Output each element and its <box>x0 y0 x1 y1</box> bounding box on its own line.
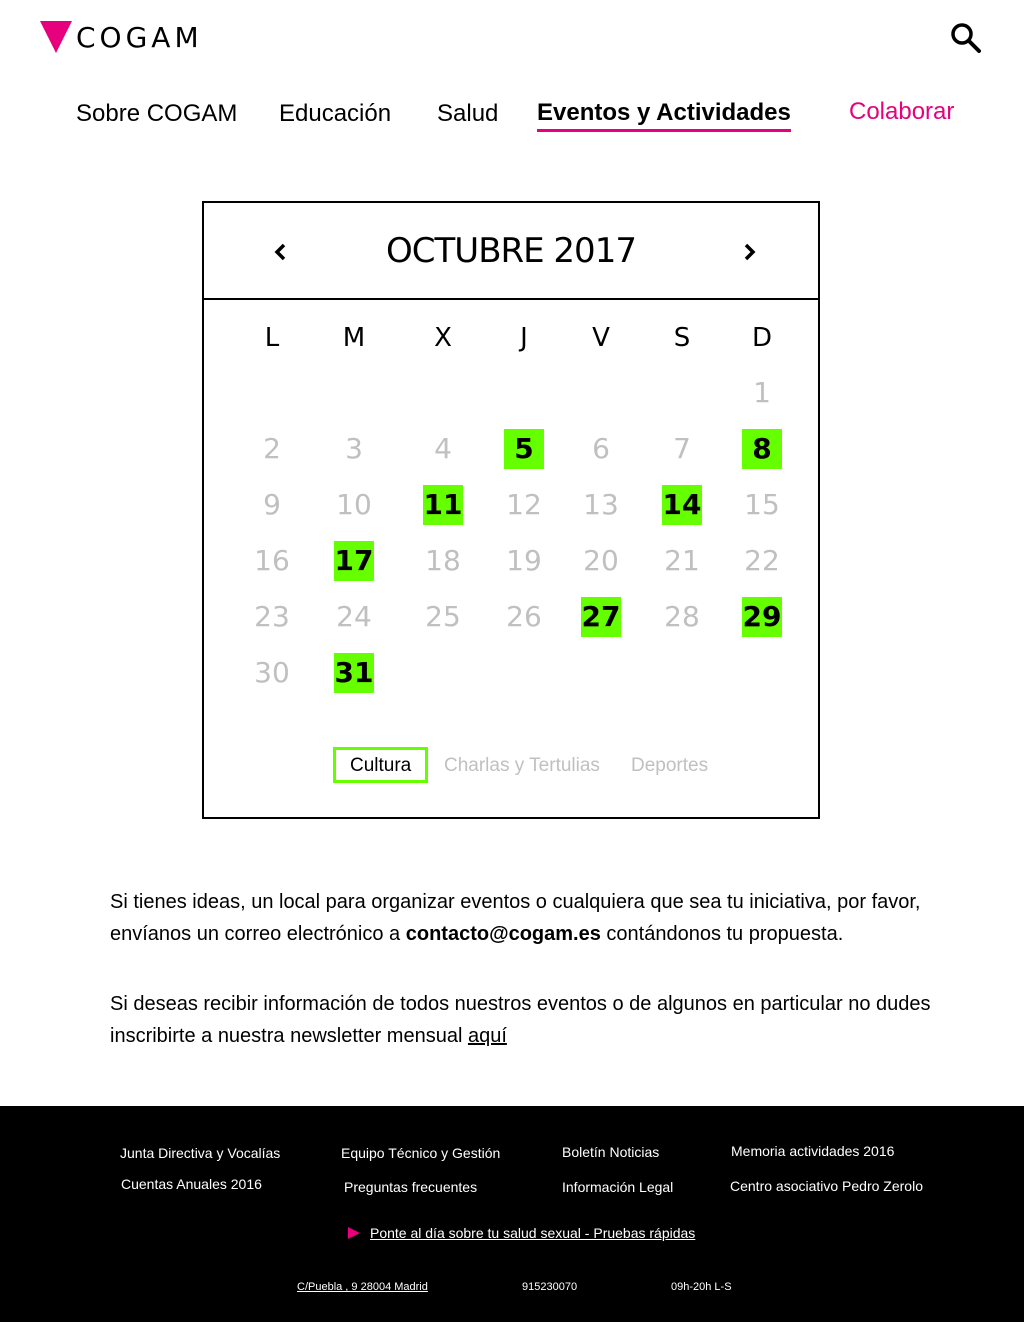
health-link-text: Ponte al día sobre tu salud sexual - Pru… <box>370 1225 696 1241</box>
calendar-day-event[interactable]: 29 <box>742 597 782 637</box>
calendar-header: OCTUBRE 2017 <box>204 203 818 300</box>
search-icon[interactable] <box>948 20 984 56</box>
calendar-day-event[interactable]: 27 <box>581 597 621 637</box>
calendar-day-event[interactable]: 31 <box>334 653 374 693</box>
footer-address[interactable]: C/Puebla , 9 28004 Madrid <box>297 1281 428 1293</box>
weekday-header: X <box>434 323 452 353</box>
calendar-day: 20 <box>583 544 619 577</box>
footer-link-junta-directiva[interactable]: Junta Directiva y Vocalías <box>120 1145 280 1161</box>
footer-link-preguntas-frecuentes[interactable]: Preguntas frecuentes <box>344 1179 477 1195</box>
calendar-day: 16 <box>254 544 290 577</box>
nav-item-colaborar[interactable]: Colaborar <box>849 98 954 126</box>
calendar-day: 22 <box>744 544 780 577</box>
health-link[interactable]: Ponte al día sobre tu salud sexual - Pru… <box>348 1225 695 1241</box>
calendar-day: 1 <box>753 376 771 409</box>
calendar-day-event[interactable]: 17 <box>334 541 374 581</box>
nav-item-salud[interactable]: Salud <box>437 100 498 128</box>
calendar-day: 12 <box>506 488 542 521</box>
calendar-day: 4 <box>434 432 452 465</box>
logo-triangle-icon <box>40 21 72 53</box>
calendar-day-event[interactable]: 8 <box>742 429 782 469</box>
newsletter-paragraph: Si deseas recibir información de todos n… <box>110 988 980 1052</box>
calendar-day: 15 <box>744 488 780 521</box>
calendar-day-event[interactable]: 5 <box>504 429 544 469</box>
weekday-header: S <box>673 323 691 353</box>
chevron-right-icon[interactable] <box>734 237 764 267</box>
calendar-day: 6 <box>592 432 610 465</box>
calendar-day: 30 <box>254 656 290 689</box>
newsletter-text: Si deseas recibir información de todos n… <box>110 993 931 1047</box>
footer-hours: 09h-20h L-S <box>671 1281 732 1293</box>
calendar-day: 10 <box>336 488 372 521</box>
calendar-day: 3 <box>345 432 363 465</box>
nav-item-eventos-actividades[interactable]: Eventos y Actividades <box>537 99 791 132</box>
footer-phone: 915230070 <box>522 1281 578 1293</box>
calendar-day: 25 <box>425 600 461 633</box>
calendar-day: 21 <box>664 544 700 577</box>
footer-link-informacion-legal[interactable]: Información Legal <box>562 1179 673 1195</box>
calendar-day: 7 <box>673 432 691 465</box>
category-filters: Cultura Charlas y Tertulias Deportes <box>204 747 818 783</box>
footer-link-memoria-actividades[interactable]: Memoria actividades 2016 <box>731 1143 894 1159</box>
weekday-header: L <box>264 323 280 353</box>
calendar-day: 9 <box>263 488 281 521</box>
weekday-header: M <box>342 323 366 353</box>
footer-link-centro-pedro-zerolo[interactable]: Centro asociativo Pedro Zerolo <box>730 1178 923 1194</box>
footer-link-boletin-noticias[interactable]: Boletín Noticias <box>562 1144 659 1160</box>
play-arrow-icon <box>348 1227 360 1239</box>
contact-email[interactable]: contacto@cogam.es <box>406 923 601 945</box>
calendar-day: 2 <box>263 432 281 465</box>
newsletter-link[interactable]: aquí <box>468 1025 507 1047</box>
calendar-day: 18 <box>425 544 461 577</box>
filter-deportes[interactable]: Deportes <box>631 750 708 786</box>
footer: Junta Directiva y Vocalías Equipo Técnic… <box>0 1106 1024 1322</box>
header: COGAM <box>0 0 1024 80</box>
weekday-header: J <box>520 323 528 353</box>
calendar-day: 23 <box>254 600 290 633</box>
filter-cultura[interactable]: Cultura <box>333 747 429 783</box>
calendar-day-event[interactable]: 11 <box>423 485 463 525</box>
nav-item-sobre-cogam[interactable]: Sobre COGAM <box>76 100 237 128</box>
calendar-day: 24 <box>336 600 372 633</box>
events-calendar: OCTUBRE 2017 L M X J V S D 1 2 3 4 5 6 7 8 9 10 11 12 13 14 1… <box>202 201 820 819</box>
nav-item-educacion[interactable]: Educación <box>279 100 391 128</box>
filter-charlas-tertulias[interactable]: Charlas y Tertulias <box>444 750 600 786</box>
weekday-header: D <box>751 323 773 353</box>
footer-link-equipo-tecnico[interactable]: Equipo Técnico y Gestión <box>341 1145 500 1161</box>
footer-link-cuentas-anuales[interactable]: Cuentas Anuales 2016 <box>121 1176 262 1192</box>
calendar-day: 19 <box>506 544 542 577</box>
weekday-header: V <box>592 323 610 353</box>
contact-text-end: contándonos tu propuesta. <box>600 923 844 945</box>
calendar-day: 26 <box>506 600 542 633</box>
logo[interactable]: COGAM <box>40 20 203 54</box>
logo-text: COGAM <box>76 20 203 54</box>
calendar-day-event[interactable]: 14 <box>662 485 702 525</box>
calendar-day: 13 <box>583 488 619 521</box>
contact-paragraph: Si tienes ideas, un local para organizar… <box>110 886 980 950</box>
main-nav: Sobre COGAM Educación Salud Eventos y Ac… <box>0 92 1024 142</box>
calendar-day: 28 <box>664 600 700 633</box>
calendar-month-title: OCTUBRE 2017 <box>386 231 637 271</box>
